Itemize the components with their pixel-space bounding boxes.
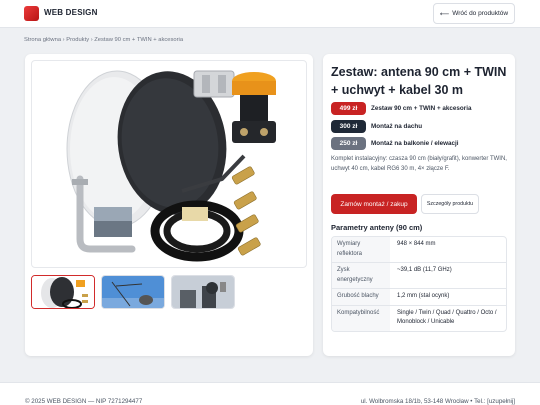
price-label: Zestaw 90 cm + TWIN + akcesoria	[371, 105, 472, 112]
thumbnail-roof-antenna[interactable]	[101, 275, 165, 309]
thumbnail-chimney-antenna[interactable]	[171, 275, 235, 309]
site-header: WEB DESIGN ⟵ Wróć do produktów	[0, 0, 540, 28]
params-table: Wymiary reflektora 948 × 844 mm Zysk ene…	[331, 236, 507, 332]
price-label: Montaż na balkonie / elewacji	[371, 140, 459, 147]
back-to-products-button[interactable]: ⟵ Wróć do produktów	[433, 3, 515, 24]
gallery-card	[25, 54, 313, 356]
price-row-kit: 499 zł Zestaw 90 cm + TWIN + akcesoria	[331, 102, 471, 115]
product-title: Zestaw: antena 90 cm + TWIN + uchwyt + k…	[331, 65, 507, 97]
price-label: Montaż na dachu	[371, 123, 423, 130]
param-value: 948 × 844 mm	[397, 241, 436, 247]
breadcrumb: Strona główna › Produkty › Zestaw 90 cm …	[24, 37, 184, 43]
price-row-roof-mount: 300 zł Montaż na dachu	[331, 120, 422, 133]
price-badge: 250 zł	[331, 137, 366, 150]
param-value: Single / Twin / Quad / Quattro / Octo / …	[397, 309, 497, 326]
param-key: Kompatybilność	[332, 305, 390, 331]
product-details-button[interactable]: Szczegóły produktu	[421, 194, 479, 214]
roof-antenna-thumbnail-icon	[102, 276, 164, 308]
param-value: ~39,1 dB (11,7 GHz)	[397, 267, 452, 273]
main-product-image[interactable]	[31, 60, 307, 268]
param-key: Zysk energetyczny	[332, 263, 390, 288]
table-row: Wymiary reflektora 948 × 844 mm	[332, 237, 506, 262]
arrow-left-icon: ⟵	[439, 10, 450, 18]
price-badge: 499 zł	[331, 102, 366, 115]
table-row: Kompatybilność Single / Twin / Quad / Qu…	[332, 304, 506, 331]
thumbnail-dish-kit[interactable]	[31, 275, 95, 309]
satellite-dish-kit-illustration	[66, 70, 276, 262]
param-value: 1,2 mm (stal ocynk)	[397, 293, 450, 299]
footer-copyright: © 2025 WEB DESIGN — NIP 7271294477	[25, 398, 143, 405]
product-description: Komplet instalacyjny: czasza 90 cm (biał…	[331, 156, 507, 172]
params-title: Parametry anteny (90 cm)	[331, 223, 423, 232]
footer-contact: ul. Wolbromska 18/1b, 53-148 Wrocław • T…	[360, 398, 515, 405]
brand-name[interactable]: WEB DESIGN	[44, 8, 98, 17]
param-key: Grubość blachy	[332, 289, 390, 305]
site-footer: © 2025 WEB DESIGN — NIP 7271294477 ul. W…	[0, 382, 540, 405]
product-info-card: Zestaw: antena 90 cm + TWIN + uchwyt + k…	[323, 54, 515, 356]
param-key: Wymiary reflektora	[332, 237, 390, 262]
table-row: Grubość blachy 1,2 mm (stal ocynk)	[332, 288, 506, 305]
chimney-antenna-thumbnail-icon	[172, 276, 234, 308]
order-button[interactable]: Zamów montaż / zakup	[331, 194, 417, 214]
price-row-balcony-mount: 250 zł Montaż na balkonie / elewacji	[331, 137, 458, 150]
price-badge: 300 zł	[331, 120, 366, 133]
dish-kit-thumbnail-icon	[32, 276, 94, 308]
brand-logo[interactable]	[24, 6, 39, 21]
table-row: Zysk energetyczny ~39,1 dB (11,7 GHz)	[332, 262, 506, 288]
back-button-label: Wróć do produktów	[452, 10, 509, 17]
